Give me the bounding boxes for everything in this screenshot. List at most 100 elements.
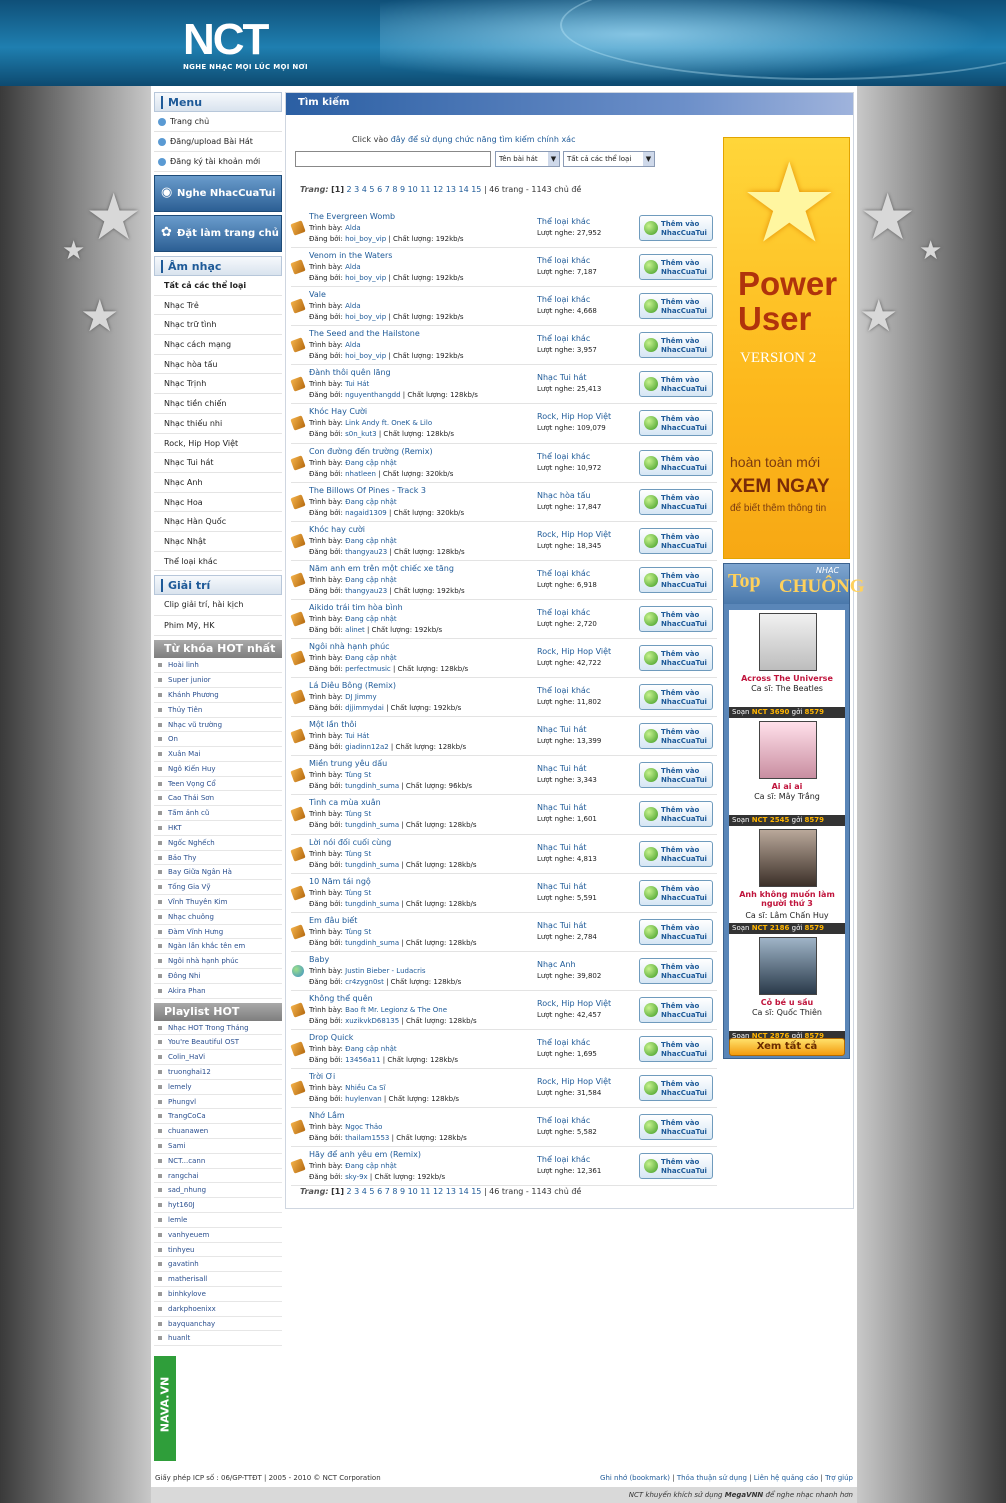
music-category-item[interactable]: Nhạc Anh [154,473,282,493]
uploader-link[interactable]: tungdinh_suma [345,821,399,829]
playlist-item[interactable]: lemle [154,1213,282,1228]
music-category-item[interactable]: Nhạc Trịnh [154,374,282,395]
footer-link[interactable]: Liên hệ quảng cáo [754,1474,818,1482]
playlist-item[interactable]: Nhạc HOT Trong Tháng [154,1021,282,1036]
hot-keyword-item[interactable]: Khánh Phương [154,688,282,703]
genre-link[interactable]: Thể loại khác [537,452,590,461]
playlist-item[interactable]: NCT...cann [154,1154,282,1169]
song-title-link[interactable]: Trời Ơi [309,1072,335,1081]
artist-link[interactable]: Đang cập nhật [345,1162,397,1170]
playlist-item[interactable]: huanlt [154,1331,282,1347]
playlist-item[interactable]: lemely [154,1080,282,1095]
artist-link[interactable]: Link Andy ft. OneK & Lilo [345,419,432,427]
hot-keyword-item[interactable]: Bay Giữa Ngân Hà [154,865,282,881]
artist-link[interactable]: Bao ft Mr. Legionz & The One [345,1006,447,1014]
hot-keyword-item[interactable]: Vĩnh Thuyên Kim [154,895,282,910]
music-category-item[interactable]: Nhạc cách mạng [154,335,282,355]
uploader-link[interactable]: thailam1553 [345,1134,389,1142]
hot-keyword-item[interactable]: Nhạc chuông [154,910,282,925]
add-to-nhaccuatui-button[interactable]: Thêm vào NhacCuaTui [639,723,713,750]
playlist-item[interactable]: You're Beautiful OST [154,1035,282,1051]
add-to-nhaccuatui-button[interactable]: Thêm vào NhacCuaTui [639,371,713,398]
add-to-nhaccuatui-button[interactable]: Thêm vào NhacCuaTui [639,645,713,672]
artist-link[interactable]: Tùng St [345,850,371,858]
uploader-link[interactable]: hoi_boy_vip [345,274,386,282]
artist-link[interactable]: Nhiều Ca Sĩ [345,1084,385,1092]
music-category-item[interactable]: Nhạc Nhật [154,532,282,552]
hot-keyword-item[interactable]: HKT [154,821,282,836]
artist-link[interactable]: Alda [345,263,360,271]
see-all-button[interactable]: Xem tất cả [729,1038,845,1056]
genre-link[interactable]: Nhạc Tui hát [537,803,587,812]
uploader-link[interactable]: tungdinh_suma [345,900,399,908]
playlist-item[interactable]: matherisall [154,1272,282,1287]
artist-link[interactable]: Tùng St [345,771,371,779]
song-title-link[interactable]: Lá Diêu Bông (Remix) [309,681,396,690]
add-to-nhaccuatui-button[interactable]: Thêm vào NhacCuaTui [639,918,713,945]
uploader-link[interactable]: tungdinh_suma [345,782,399,790]
artist-link[interactable]: Alda [345,302,360,310]
add-to-nhaccuatui-button[interactable]: Thêm vào NhacCuaTui [639,1035,713,1062]
uploader-link[interactable]: tungdinh_suma [345,861,399,869]
artist-link[interactable]: DJ Jimmy [345,693,376,701]
song-title-link[interactable]: Baby [309,955,329,964]
uploader-link[interactable]: cr4zygn0st [345,978,384,986]
genre-link[interactable]: Rock, Hip Hop Việt [537,999,611,1008]
playlist-item[interactable]: Colin_HaVi [154,1050,282,1066]
search-input[interactable] [295,151,491,167]
add-to-nhaccuatui-button[interactable]: Thêm vào NhacCuaTui [639,254,713,281]
music-category-item[interactable]: Nhạc thiếu nhi [154,414,282,434]
footer-link[interactable]: Thỏa thuận sử dụng [677,1474,747,1482]
genre-link[interactable]: Nhạc Tui hát [537,882,587,891]
genre-link[interactable]: Rock, Hip Hop Việt [537,647,611,656]
set-homepage-button[interactable]: ✿ Đặt làm trang chủ [154,215,282,252]
hot-keyword-item[interactable]: Nhạc vũ trường [154,718,282,733]
music-category-item[interactable]: Rock, Hip Hop Việt [154,434,282,454]
genre-link[interactable]: Nhạc Tui hát [537,725,587,734]
hot-keyword-item[interactable]: Thủy Tiên [154,703,282,718]
genre-link[interactable]: Thể loại khác [537,256,590,265]
artist-link[interactable]: Tùng St [345,889,371,897]
entertainment-item[interactable]: Phim Mỹ, HK [154,616,282,637]
hot-keyword-item[interactable]: Akira Phan [154,984,282,999]
playlist-item[interactable]: rangchai [154,1169,282,1184]
ringtone-item[interactable]: Across The Universe Ca sĩ: The Beatles Soạ… [729,610,845,718]
pager-pages[interactable]: 2 3 4 5 6 7 8 9 10 11 12 13 14 15 [347,1187,482,1196]
menu-item[interactable]: Đăng ký tài khoản mới [154,152,282,172]
uploader-link[interactable]: thangyau23 [345,587,387,595]
hot-keyword-item[interactable]: Đông Nhi [154,969,282,984]
hot-keyword-item[interactable]: Ngốc Nghếch [154,836,282,851]
song-title-link[interactable]: Ngôi nhà hạnh phúc [309,642,390,651]
hot-keyword-item[interactable]: Tống Gia Vỹ [154,880,282,896]
song-title-link[interactable]: Khóc hay cười [309,525,365,534]
playlist-item[interactable]: Phungvl [154,1095,282,1110]
uploader-link[interactable]: sky-9x [345,1173,368,1181]
add-to-nhaccuatui-button[interactable]: Thêm vào NhacCuaTui [639,1114,713,1141]
artist-link[interactable]: Alda [345,224,360,232]
artist-link[interactable]: Tui Hát [345,380,369,388]
nava-banner[interactable]: NAVA.VN [154,1356,176,1461]
song-title-link[interactable]: Không thể quên [309,994,373,1003]
genre-link[interactable]: Thể loại khác [537,686,590,695]
ringtone-name[interactable]: Anh không muốn làm người thứ 3 [729,890,845,908]
hot-keyword-item[interactable]: Xuân Mai [154,747,282,762]
hot-keyword-item[interactable]: Ngôi nhà hạnh phúc [154,954,282,970]
add-to-nhaccuatui-button[interactable]: Thêm vào NhacCuaTui [639,762,713,789]
genre-select[interactable]: Tất cả các thể loại ▼ [563,151,655,167]
add-to-nhaccuatui-button[interactable]: Thêm vào NhacCuaTui [639,684,713,711]
uploader-link[interactable]: nagaid1309 [345,509,387,517]
music-category-item[interactable]: Nhạc Hoa [154,493,282,513]
genre-link[interactable]: Thể loại khác [537,1155,590,1164]
genre-link[interactable]: Thể loại khác [537,1038,590,1047]
genre-link[interactable]: Nhạc Tui hát [537,764,587,773]
ringtone-name[interactable]: Across The Universe [729,674,845,683]
ringtone-name[interactable]: Ai ai ai [729,782,845,791]
genre-link[interactable]: Rock, Hip Hop Việt [537,530,611,539]
add-to-nhaccuatui-button[interactable]: Thêm vào NhacCuaTui [639,332,713,359]
song-title-link[interactable]: Aikido trái tim hòa bình [309,603,403,612]
add-to-nhaccuatui-button[interactable]: Thêm vào NhacCuaTui [639,527,713,554]
add-to-nhaccuatui-button[interactable]: Thêm vào NhacCuaTui [639,410,713,437]
song-title-link[interactable]: Một lần thôi [309,720,357,729]
playlist-item[interactable]: bayquanchay [154,1317,282,1332]
hot-keyword-item[interactable]: Teen Vọng Cổ [154,777,282,792]
